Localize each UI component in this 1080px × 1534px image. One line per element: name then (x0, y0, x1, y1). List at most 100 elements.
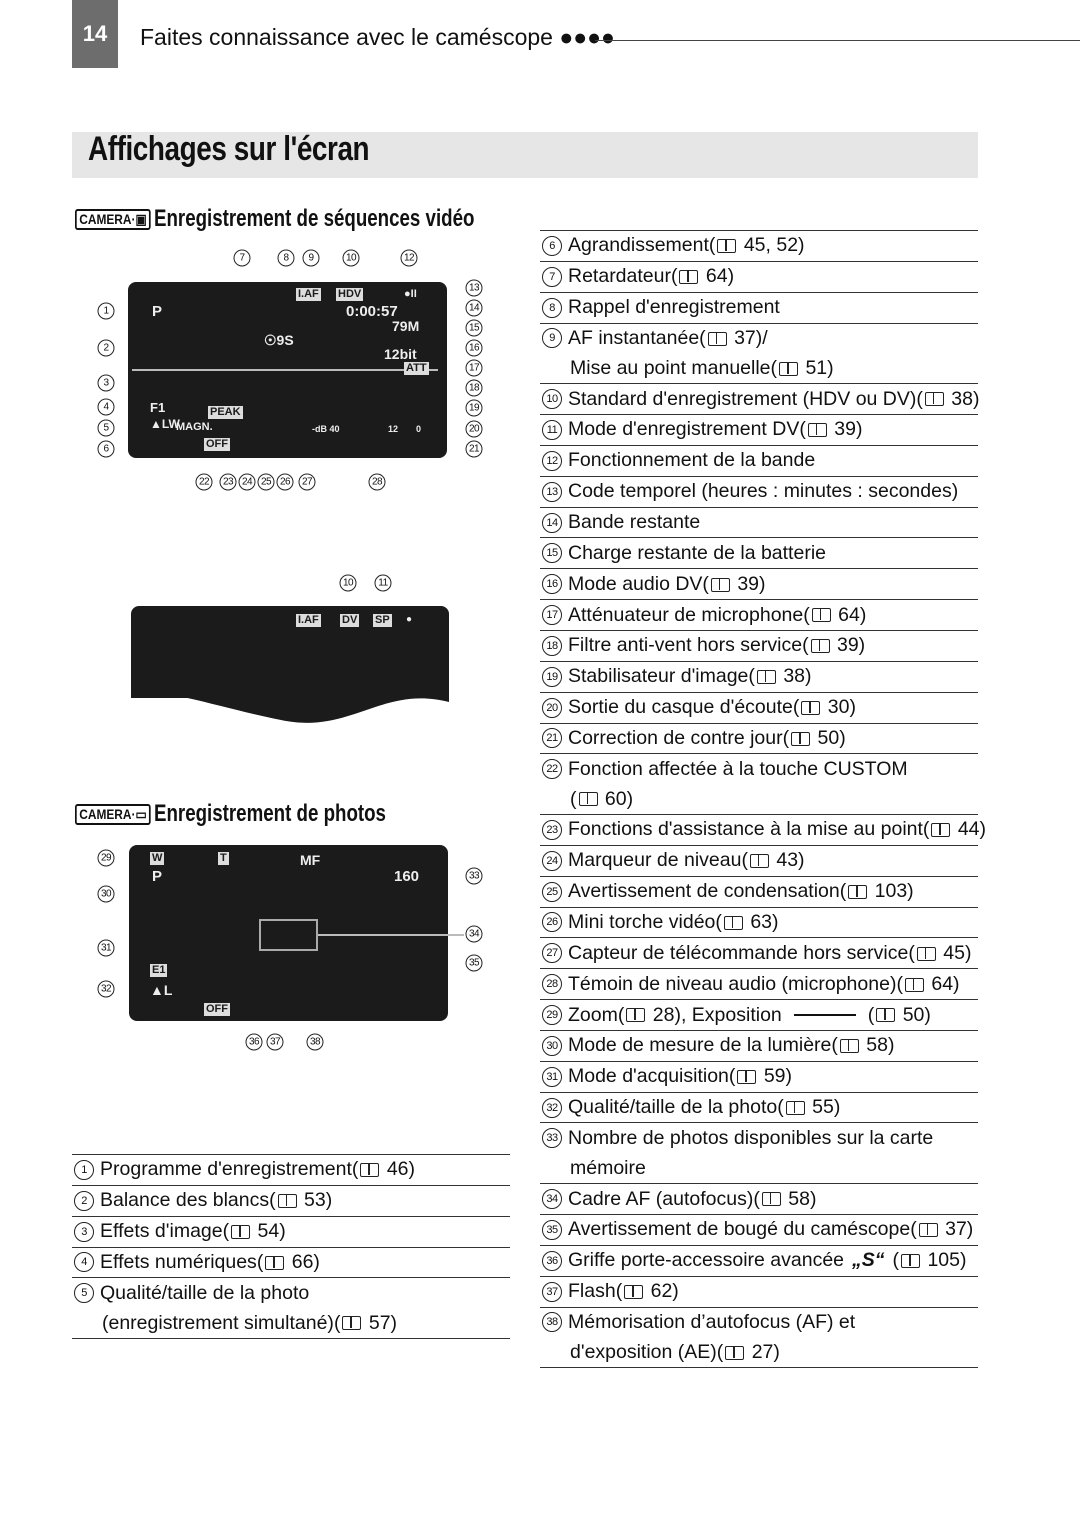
list-item: 31 Mode d'acquisition ( 59) (540, 1062, 978, 1093)
list-item-line: 18 Filtre anti-vent hors service ( 39) (542, 631, 978, 661)
screen-indicator: W (150, 852, 165, 865)
book-icon (360, 1163, 380, 1178)
list-item: 22 Fonction affectée à la touche CUSTOM ( … (540, 754, 978, 816)
item-text: Stabilisateur d'image (568, 665, 749, 688)
item-text: Agrandissement (568, 234, 709, 257)
page-reference: ( 54) (222, 1220, 286, 1243)
page-reference: ( 37) (699, 326, 763, 349)
item-text: / (762, 326, 768, 349)
dv-screen-diagram (131, 606, 449, 698)
list-item: 25 Avertissement de condensation ( 103) (540, 877, 978, 908)
list-item-line: 25 Avertissement de condensation ( 103) (542, 877, 978, 907)
list-item: 8 Rappel d'enregistrement (540, 293, 978, 324)
list-item: 2 Balance des blancs ( 53) (72, 1186, 510, 1217)
item-number-badge: 24 (542, 850, 562, 871)
screen-indicator: P (152, 868, 163, 885)
book-icon (231, 1224, 251, 1239)
callout-number: 33 (465, 867, 483, 885)
book-icon (342, 1316, 362, 1331)
book-icon (901, 1254, 921, 1269)
item-text: Mise au point manuelle (570, 356, 771, 379)
page-reference: ( 63) (715, 910, 779, 933)
item-text: d'exposition (AE) (570, 1340, 717, 1363)
item-number-badge: 37 (542, 1281, 562, 1302)
running-header: Faites connaissance avec le caméscope ●●… (140, 24, 615, 50)
item-text: mémoire (570, 1156, 646, 1179)
item-number-badge: 34 (542, 1189, 562, 1210)
callout-number: 26 (276, 473, 294, 491)
item-number-badge: 33 (542, 1128, 562, 1149)
book-icon (723, 915, 743, 930)
page-reference: ( 28) (617, 1003, 681, 1026)
book-icon (265, 1255, 285, 1270)
item-number-badge: 15 (542, 543, 562, 564)
callout-number: 28 (368, 473, 386, 491)
list-item-line: 1 Programme d'enregistrement ( 46) (74, 1155, 510, 1185)
item-number-badge: 23 (542, 819, 562, 840)
list-item: 20 Sortie du casque d'écoute ( 30) (540, 693, 978, 724)
book-icon (916, 946, 936, 961)
page-number: 14 (72, 0, 118, 68)
callout-number: 12 (400, 249, 418, 267)
item-text: Charge restante de la batterie (568, 541, 826, 564)
list-item: 26 Mini torche vidéo ( 63) (540, 908, 978, 939)
camera-mode-badge: CAMERA·▭ (75, 803, 151, 825)
item-text: Capteur de télécommande hors service (568, 941, 909, 964)
book-icon (801, 700, 821, 715)
item-text: Standard d'enregistrement (HDV ou DV) (568, 387, 917, 410)
callout-number: 17 (465, 359, 483, 377)
item-text: Marqueur de niveau (568, 849, 742, 872)
page-reference: ( 46) (351, 1158, 416, 1181)
callout-number: 27 (298, 473, 316, 491)
list-item: 12 Fonctionnement de la bande (540, 446, 978, 477)
callout-number: 10 (339, 574, 357, 592)
list-item-line: 36 Griffe porte-accessoire avancée „S“ ( 10… (542, 1246, 978, 1276)
list-item-line: 9 AF instantanée ( 37) / (542, 324, 978, 354)
book-icon (785, 1100, 805, 1115)
callout-number: 15 (465, 319, 483, 337)
screen-indicator: ☉9S (264, 332, 294, 348)
callout-number: 11 (374, 574, 392, 592)
callout-number: 8 (277, 249, 295, 267)
book-icon (918, 1223, 938, 1238)
book-icon (737, 1070, 757, 1085)
item-number-badge: 35 (542, 1219, 562, 1240)
af-frame (259, 919, 318, 951)
screen-indicator: DV (340, 614, 360, 627)
book-icon (578, 792, 598, 807)
callout-number: 35 (465, 954, 483, 972)
item-text: Avertissement de condensation (568, 880, 840, 903)
list-item-line: 24 Marqueur de niveau ( 43) (542, 846, 978, 876)
book-icon (749, 854, 769, 869)
item-text: Mini torche vidéo (568, 910, 716, 933)
list-item-line: 33 Nombre de photos disponibles sur la ca… (542, 1123, 978, 1153)
book-icon (626, 1008, 646, 1023)
item-number-badge: 4 (74, 1252, 94, 1273)
item-text: Effets numériques (100, 1250, 257, 1273)
book-icon (707, 331, 727, 346)
screen-indicator: P (152, 303, 163, 320)
page-reference: ( 59) (728, 1065, 793, 1088)
list-item: 9 AF instantanée ( 37) / Mise au point manu… (540, 324, 978, 385)
item-text: , Exposition (680, 1003, 782, 1026)
item-number-badge: 9 (542, 328, 562, 349)
item-text: Qualité/taille de la photo (100, 1281, 310, 1304)
page-reference: ( 57) (333, 1311, 398, 1334)
callout-number: 37 (266, 1033, 284, 1051)
callout-number: 24 (238, 473, 256, 491)
legend-list-left: 1 Programme d'enregistrement ( 46) 2 Balanc… (72, 1154, 510, 1340)
item-number-badge: 29 (542, 1005, 562, 1026)
list-item-line: 35 Avertissement de bougé du caméscope ( … (542, 1215, 978, 1245)
callout-number: 19 (465, 399, 483, 417)
item-text: Griffe porte-accessoire avancée (568, 1249, 845, 1272)
screen-indicator: E1 (150, 964, 168, 977)
list-item: 18 Filtre anti-vent hors service ( 39) (540, 631, 978, 662)
item-number-badge: 2 (74, 1190, 94, 1211)
screen-indicator: 0 (416, 424, 422, 434)
list-item: 17 Atténuateur de microphone ( 64) (540, 600, 978, 631)
book-icon (710, 577, 730, 592)
book-icon (791, 731, 811, 746)
screen-indicator: MF (300, 852, 321, 868)
page-reference: ( 58) (831, 1034, 895, 1057)
book-icon (931, 823, 951, 838)
